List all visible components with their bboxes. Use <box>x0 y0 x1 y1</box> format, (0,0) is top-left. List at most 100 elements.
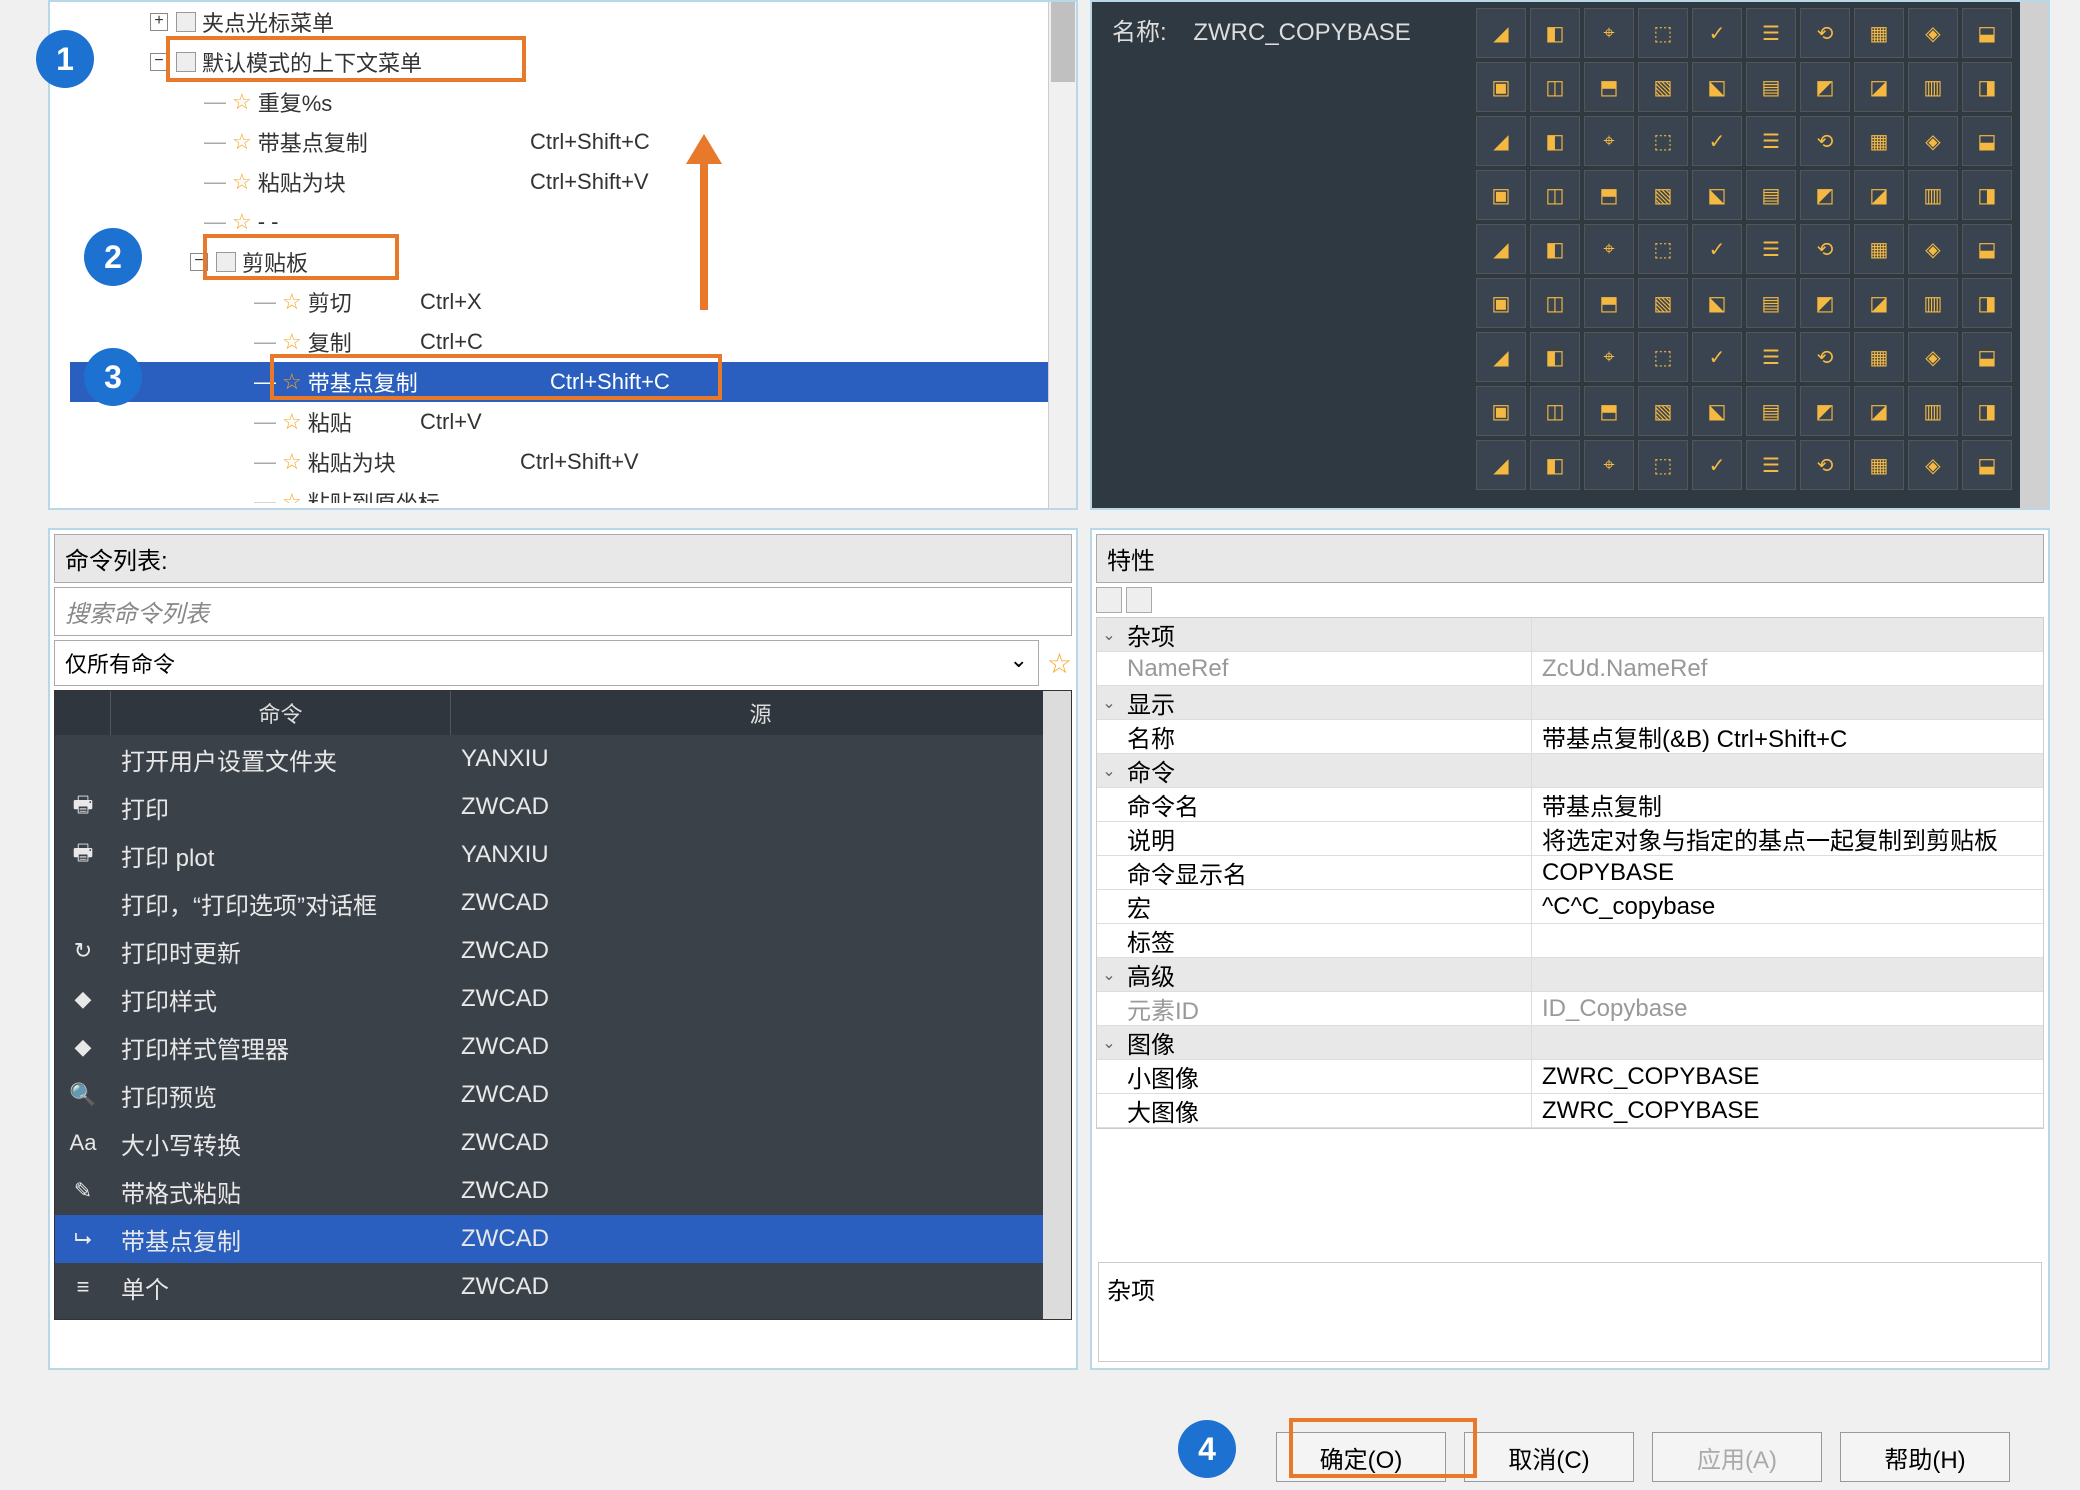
palette-icon[interactable]: ▥ <box>1908 278 1958 328</box>
palette-icon[interactable]: ⟲ <box>1800 116 1850 166</box>
palette-icon[interactable]: ⬓ <box>1962 440 2012 490</box>
collapse-icon[interactable]: − <box>190 253 208 271</box>
prop-cmdname-value[interactable]: 带基点复制 <box>1531 788 2043 821</box>
favorite-star-icon[interactable]: ☆ <box>1047 647 1072 680</box>
cat-advanced[interactable]: 高级 <box>1121 957 1531 992</box>
palette-icon[interactable]: ⬒ <box>1584 170 1634 220</box>
command-row[interactable]: ✎带格式粘贴ZWCAD <box>55 1167 1071 1215</box>
palette-icon[interactable]: ◧ <box>1530 224 1580 274</box>
palette-icon[interactable]: ◨ <box>1962 62 2012 112</box>
palette-icon[interactable]: ◢ <box>1476 440 1526 490</box>
palette-icon[interactable]: ◪ <box>1854 62 1904 112</box>
prop-tag-value[interactable] <box>1531 924 2043 957</box>
tree-node-label[interactable]: 剪贴板 <box>242 246 308 278</box>
command-row[interactable]: 🔍打印预览ZWCAD <box>55 1071 1071 1119</box>
sort-icon[interactable] <box>1126 587 1152 613</box>
palette-icon[interactable]: ◪ <box>1854 386 1904 436</box>
palette-icon[interactable]: ⬕ <box>1692 278 1742 328</box>
palette-icon[interactable]: ▧ <box>1638 278 1688 328</box>
palette-icon[interactable]: ◈ <box>1908 116 1958 166</box>
palette-icon[interactable]: ⬓ <box>1962 224 2012 274</box>
tree-item-label[interactable]: 复制 <box>308 326 352 358</box>
palette-icon[interactable]: ⟲ <box>1800 8 1850 58</box>
palette-icon[interactable]: ☰ <box>1746 8 1796 58</box>
tree-node-label[interactable]: 夹点光标菜单 <box>202 6 334 38</box>
tree-item-label[interactable]: 粘贴为块 <box>308 446 396 478</box>
ok-button[interactable]: 确定(O) <box>1276 1432 1446 1482</box>
command-row[interactable]: 打印，“打印选项”对话框ZWCAD <box>55 879 1071 927</box>
palette-icon[interactable]: ▧ <box>1638 386 1688 436</box>
col-source[interactable]: 源 <box>451 691 1071 735</box>
palette-icon[interactable]: ◩ <box>1800 278 1850 328</box>
tree-item-label[interactable]: 带基点复制 <box>258 126 368 158</box>
tree-item-label[interactable]: 粘贴 <box>308 406 352 438</box>
palette-icon[interactable]: ◩ <box>1800 170 1850 220</box>
palette-icon[interactable]: ◨ <box>1962 386 2012 436</box>
palette-icon[interactable]: ⌖ <box>1584 116 1634 166</box>
palette-icon[interactable]: ◪ <box>1854 278 1904 328</box>
palette-icon[interactable]: ▤ <box>1746 278 1796 328</box>
palette-icon[interactable]: ▥ <box>1908 386 1958 436</box>
palette-icon[interactable]: ☰ <box>1746 332 1796 382</box>
palette-icon[interactable]: ⬓ <box>1962 332 2012 382</box>
command-row[interactable]: ≡单个ZWCAD <box>55 1263 1071 1311</box>
palette-icon[interactable]: ⬕ <box>1692 62 1742 112</box>
col-command[interactable]: 命令 <box>111 691 451 735</box>
palette-icon[interactable]: ◢ <box>1476 224 1526 274</box>
cat-image[interactable]: 图像 <box>1121 1025 1531 1060</box>
palette-icon[interactable]: ◧ <box>1530 332 1580 382</box>
tree-node-label[interactable]: 默认模式的上下文菜单 <box>202 46 422 78</box>
palette-icon[interactable]: ⬓ <box>1962 116 2012 166</box>
palette-icon[interactable]: ◫ <box>1530 386 1580 436</box>
palette-icon[interactable]: ▤ <box>1746 62 1796 112</box>
palette-icon[interactable]: ◩ <box>1800 62 1850 112</box>
command-row[interactable]: 🖶打印ZWCAD <box>55 783 1071 831</box>
palette-icon[interactable]: ◈ <box>1908 8 1958 58</box>
palette-icon[interactable]: ◢ <box>1476 116 1526 166</box>
icon-grid[interactable]: ◢◧⌖⬚✓☰⟲▦◈⬓▣◫⬒▧⬕▤◩◪▥◨◢◧⌖⬚✓☰⟲▦◈⬓▣◫⬒▧⬕▤◩◪▥◨… <box>1470 2 2020 500</box>
palette-icon[interactable]: ◪ <box>1854 170 1904 220</box>
cat-display[interactable]: 显示 <box>1121 685 1531 720</box>
palette-icon[interactable]: ▣ <box>1476 386 1526 436</box>
palette-icon[interactable]: ◧ <box>1530 8 1580 58</box>
tree-item-label[interactable]: 粘贴到原坐标 <box>308 486 440 503</box>
palette-icon[interactable]: ◈ <box>1908 332 1958 382</box>
palette-icon[interactable]: ☰ <box>1746 440 1796 490</box>
palette-icon[interactable]: ⬚ <box>1638 8 1688 58</box>
palette-icon[interactable]: ◫ <box>1530 278 1580 328</box>
palette-icon[interactable]: ☰ <box>1746 116 1796 166</box>
palette-icon[interactable]: ◈ <box>1908 224 1958 274</box>
command-row[interactable]: ⮡带基点复制ZWCAD <box>55 1215 1071 1263</box>
palette-icon[interactable]: ☰ <box>1746 224 1796 274</box>
palette-icon[interactable]: ✓ <box>1692 332 1742 382</box>
palette-icon[interactable]: ⌖ <box>1584 440 1634 490</box>
palette-icon[interactable]: ⬓ <box>1962 8 2012 58</box>
tree-item-label[interactable]: 重复%s <box>258 86 333 118</box>
palette-icon[interactable]: ▣ <box>1476 62 1526 112</box>
prop-macro-value[interactable]: ^C^C_copybase <box>1531 890 2043 923</box>
prop-lgimg-value[interactable]: ZWRC_COPYBASE <box>1531 1094 2043 1127</box>
palette-icon[interactable]: ⬕ <box>1692 386 1742 436</box>
palette-icon[interactable]: ✓ <box>1692 116 1742 166</box>
palette-icon[interactable]: ▤ <box>1746 170 1796 220</box>
palette-icon[interactable]: ⬚ <box>1638 116 1688 166</box>
palette-icon[interactable]: ⬒ <box>1584 386 1634 436</box>
palette-icon[interactable]: ▥ <box>1908 170 1958 220</box>
palette-icon[interactable]: ⌖ <box>1584 224 1634 274</box>
apply-button[interactable]: 应用(A) <box>1652 1432 1822 1482</box>
expand-icon[interactable]: + <box>150 13 168 31</box>
cat-command[interactable]: 命令 <box>1121 753 1531 788</box>
palette-icon[interactable]: ⬚ <box>1638 224 1688 274</box>
palette-icon[interactable]: ⬕ <box>1692 170 1742 220</box>
palette-icon[interactable]: ◨ <box>1962 170 2012 220</box>
tree-item-label[interactable]: 带基点复制 <box>308 366 418 398</box>
categorize-icon[interactable] <box>1096 587 1122 613</box>
help-button[interactable]: 帮助(H) <box>1840 1432 2010 1482</box>
cat-misc[interactable]: 杂项 <box>1121 617 1531 652</box>
collapse-icon[interactable]: − <box>150 53 168 71</box>
command-row[interactable]: ◆打印样式管理器ZWCAD <box>55 1023 1071 1071</box>
palette-icon[interactable]: ◨ <box>1962 278 2012 328</box>
prop-name-value[interactable]: 带基点复制(&B) Ctrl+Shift+C <box>1531 720 2043 753</box>
command-scrollbar[interactable] <box>1043 691 1071 1319</box>
palette-icon[interactable]: ◢ <box>1476 332 1526 382</box>
